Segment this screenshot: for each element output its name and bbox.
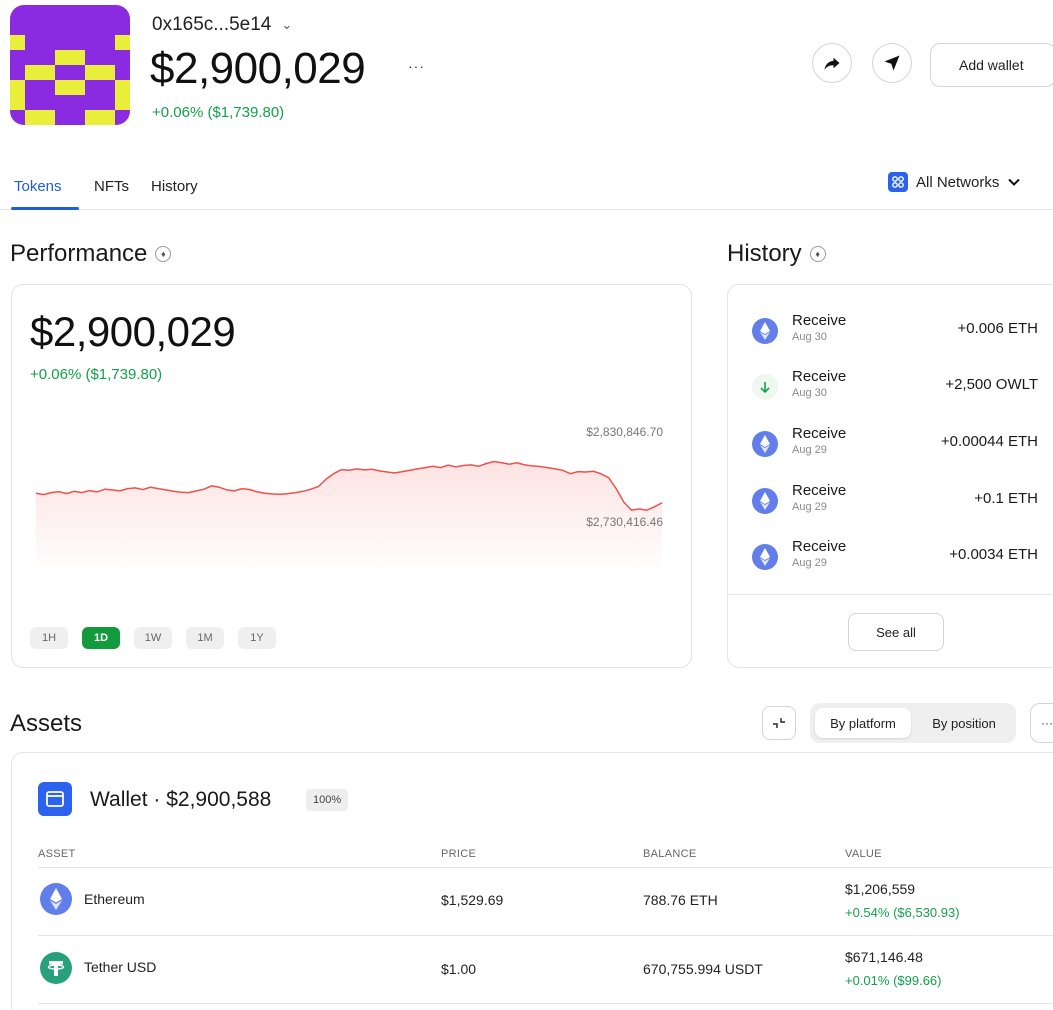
history-item-date: Aug 29: [792, 501, 827, 513]
table-divider: [38, 867, 1053, 868]
asset-price: $1.00: [441, 961, 477, 977]
history-item-amount: +0.00044 ETH: [940, 433, 1038, 450]
chevron-down-icon: ⌄: [281, 17, 293, 32]
ethereum-icon: [752, 544, 778, 570]
assets-title: Assets: [10, 710, 83, 737]
history-item[interactable]: Receive Aug 30 +0.006 ETH: [752, 312, 1042, 352]
wallet-title: Wallet · $2,900,588: [90, 788, 272, 811]
wallet-address-selector[interactable]: 0x165c...5e14 ⌄: [152, 14, 292, 36]
history-item-amount: +2,500 OWLT: [945, 376, 1038, 393]
asset-value: $671,146.48: [845, 949, 923, 965]
history-item-amount: +0.1 ETH: [974, 490, 1038, 507]
share-button[interactable]: [812, 43, 852, 83]
share-icon: [824, 57, 840, 70]
asset-value-change: +0.01% ($99.66): [845, 973, 942, 988]
time-range-selector: 1H 1D 1W 1M 1Y: [30, 627, 276, 649]
tab-history[interactable]: History: [151, 178, 198, 195]
network-selector[interactable]: All Networks: [888, 172, 1021, 192]
range-1d[interactable]: 1D: [82, 627, 120, 649]
column-header-value: VALUE: [845, 848, 882, 860]
wallet-share-badge: 100%: [306, 789, 349, 811]
history-item-type: Receive: [792, 482, 847, 499]
asset-price: $1,529.69: [441, 892, 504, 908]
assets-heading: Assets: [10, 710, 82, 738]
history-item[interactable]: Receive Aug 29 +0.00044 ETH: [752, 425, 1042, 465]
asset-value-change: +0.54% ($6,530.93): [845, 905, 960, 920]
asset-name: Tether USD: [84, 959, 157, 975]
history-item-amount: +0.006 ETH: [957, 320, 1038, 337]
range-1h[interactable]: 1H: [30, 627, 68, 649]
table-divider: [38, 1003, 1053, 1004]
history-title: History: [727, 240, 802, 267]
asset-view-toggle: By platform By position: [810, 703, 1016, 743]
tab-nfts[interactable]: NFTs: [94, 178, 129, 195]
ethereum-icon: [40, 883, 72, 915]
column-header-price: PRICE: [441, 848, 477, 860]
history-item-date: Aug 29: [792, 557, 827, 569]
asset-balance: 788.76 ETH: [643, 892, 718, 908]
tab-tokens[interactable]: Tokens: [14, 178, 62, 195]
history-heading: History ♦: [727, 240, 826, 268]
chevron-down-icon: [1008, 178, 1021, 186]
chart-area-fill: [36, 461, 662, 576]
history-divider: [728, 594, 1053, 595]
send-button[interactable]: [872, 43, 912, 83]
see-all-button[interactable]: See all: [848, 613, 944, 651]
asset-value: $1,206,559: [845, 881, 916, 897]
send-icon: [884, 55, 900, 71]
wallet-address: 0x165c...5e14: [152, 14, 272, 35]
by-platform-option[interactable]: By platform: [815, 708, 911, 738]
performance-heading: Performance ♦: [10, 240, 172, 268]
range-1w[interactable]: 1W: [134, 627, 172, 649]
balance-change: +0.06% ($1,739.80): [152, 104, 285, 121]
arrow-down-icon: [752, 374, 778, 400]
history-item-type: Receive: [792, 425, 847, 442]
chart-high-label: $2,830,846.70: [586, 425, 663, 439]
history-item-type: Receive: [792, 538, 847, 555]
networks-icon: [888, 172, 908, 192]
history-item-amount: +0.0034 ETH: [949, 546, 1038, 563]
history-item-date: Aug 30: [792, 387, 827, 399]
by-position-option[interactable]: By position: [917, 708, 1011, 738]
active-tab-indicator: [11, 207, 79, 210]
history-item[interactable]: Receive Aug 29 +0.1 ETH: [752, 482, 1042, 522]
total-balance: $2,900,029: [150, 44, 366, 93]
history-item-date: Aug 30: [792, 331, 827, 343]
table-divider: [38, 935, 1053, 936]
add-wallet-button[interactable]: Add wallet: [930, 43, 1053, 87]
assets-more-button[interactable]: ···: [1030, 703, 1053, 743]
ethereum-icon: [752, 318, 778, 344]
history-item[interactable]: Receive Aug 30 +2,500 OWLT: [752, 368, 1042, 408]
asset-name: Ethereum: [84, 891, 145, 907]
chart-low-label: $2,730,416.46: [586, 515, 663, 529]
collapse-icon: [773, 718, 785, 728]
performance-title: Performance: [10, 240, 148, 267]
history-item-date: Aug 29: [792, 444, 827, 456]
performance-change: +0.06% ($1,739.80): [30, 366, 163, 383]
wallet-icon: [38, 782, 72, 816]
network-selector-label: All Networks: [916, 173, 1000, 191]
range-1y[interactable]: 1Y: [238, 627, 276, 649]
column-header-asset: ASSET: [38, 848, 76, 860]
asset-balance: 670,755.994 USDT: [643, 961, 763, 977]
ethereum-icon: [752, 488, 778, 514]
tether-icon: [40, 952, 72, 984]
column-header-balance: BALANCE: [643, 848, 697, 860]
collapse-button[interactable]: [762, 706, 796, 740]
ethereum-icon: ♦: [155, 246, 172, 262]
history-item-type: Receive: [792, 368, 847, 385]
balance-more-button[interactable]: ···: [408, 58, 425, 74]
performance-value: $2,900,029: [30, 308, 236, 355]
wallet-avatar: [10, 5, 130, 125]
history-item-type: Receive: [792, 312, 847, 329]
range-1m[interactable]: 1M: [186, 627, 224, 649]
performance-chart: $2,830,846.70 $2,730,416.46: [35, 425, 663, 576]
history-item[interactable]: Receive Aug 29 +0.0034 ETH: [752, 538, 1042, 578]
ethereum-icon: [752, 431, 778, 457]
ethereum-icon: ♦: [809, 246, 826, 262]
